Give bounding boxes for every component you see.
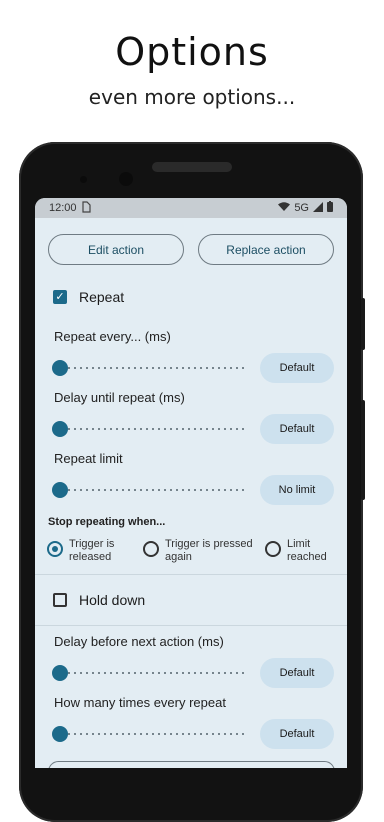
hold-down-row[interactable]: Hold down (35, 575, 347, 625)
radio-button[interactable] (47, 541, 63, 557)
radio-option-limit-reached[interactable]: Limit reached (265, 538, 327, 572)
sensor-dot (80, 176, 87, 183)
slider-thumb[interactable] (52, 420, 68, 437)
status-time: 12:00 (49, 202, 77, 214)
slider-track (60, 732, 244, 735)
delay-before-next-label: Delay before next action (ms) (54, 634, 224, 649)
volume-button (361, 400, 365, 500)
power-button (361, 298, 365, 350)
edit-action-button[interactable]: Edit action (48, 234, 184, 265)
cell-signal-icon (313, 201, 323, 215)
repeat-every-slider[interactable] (52, 358, 250, 378)
radio-button[interactable] (143, 541, 159, 557)
radio-label: again (165, 551, 192, 563)
stop-repeating-options: Trigger is released Trigger is pressed a… (35, 532, 347, 572)
repeat-label: Repeat (79, 289, 125, 305)
times-every-repeat-label: How many times every repeat (54, 695, 226, 710)
repeat-checkbox[interactable]: ✓ (53, 290, 67, 304)
times-every-repeat-slider[interactable] (52, 724, 250, 744)
radio-option-trigger-pressed-again[interactable]: Trigger is pressed again (143, 538, 265, 572)
slider-thumb[interactable] (52, 725, 68, 742)
slider-thumb[interactable] (52, 359, 68, 376)
radio-label: released (69, 551, 112, 563)
app-screen: 12:00 5G Edit action Replace action ✓ Re… (35, 198, 347, 768)
radio-button[interactable] (265, 541, 281, 557)
repeat-every-default-button[interactable]: Default (260, 352, 334, 383)
times-every-repeat-default-button[interactable]: Default (260, 718, 334, 749)
status-bar: 12:00 5G (35, 198, 347, 218)
network-type: 5G (294, 202, 309, 214)
delay-until-repeat-label: Delay until repeat (ms) (54, 390, 185, 405)
battery-icon (327, 201, 333, 215)
stop-repeating-heading: Stop repeating when... (48, 516, 166, 528)
delay-until-repeat-default-button[interactable]: Default (260, 413, 334, 444)
slider-track (60, 488, 244, 491)
radio-label: Limit (287, 538, 311, 550)
slider-track (60, 671, 244, 674)
delay-before-next-default-button[interactable]: Default (260, 657, 334, 688)
delay-before-next-slider[interactable] (52, 663, 250, 683)
earpiece-speaker (152, 162, 232, 172)
front-camera (119, 172, 133, 186)
radio-label: Trigger is pressed (165, 538, 253, 550)
wifi-icon (278, 201, 291, 215)
radio-option-trigger-released[interactable]: Trigger is released (47, 538, 143, 572)
repeat-row[interactable]: ✓ Repeat (35, 275, 347, 319)
slider-thumb[interactable] (52, 664, 68, 681)
hold-down-checkbox[interactable] (53, 593, 67, 607)
sim-icon (81, 200, 91, 216)
slider-track (60, 427, 244, 430)
repeat-every-label: Repeat every... (ms) (54, 329, 171, 344)
partially-visible-button[interactable] (48, 761, 335, 768)
slider-thumb[interactable] (52, 481, 68, 498)
page-title: Options (115, 30, 269, 74)
repeat-limit-no-limit-button[interactable]: No limit (260, 474, 334, 505)
repeat-limit-slider[interactable] (52, 480, 250, 500)
page-subtitle: even more options... (88, 85, 296, 109)
replace-action-button[interactable]: Replace action (198, 234, 334, 265)
delay-until-repeat-slider[interactable] (52, 419, 250, 439)
hold-down-label: Hold down (79, 592, 146, 608)
radio-label: Trigger is (69, 538, 115, 550)
radio-label: reached (287, 551, 327, 563)
slider-track (60, 366, 244, 369)
repeat-limit-label: Repeat limit (54, 451, 123, 466)
